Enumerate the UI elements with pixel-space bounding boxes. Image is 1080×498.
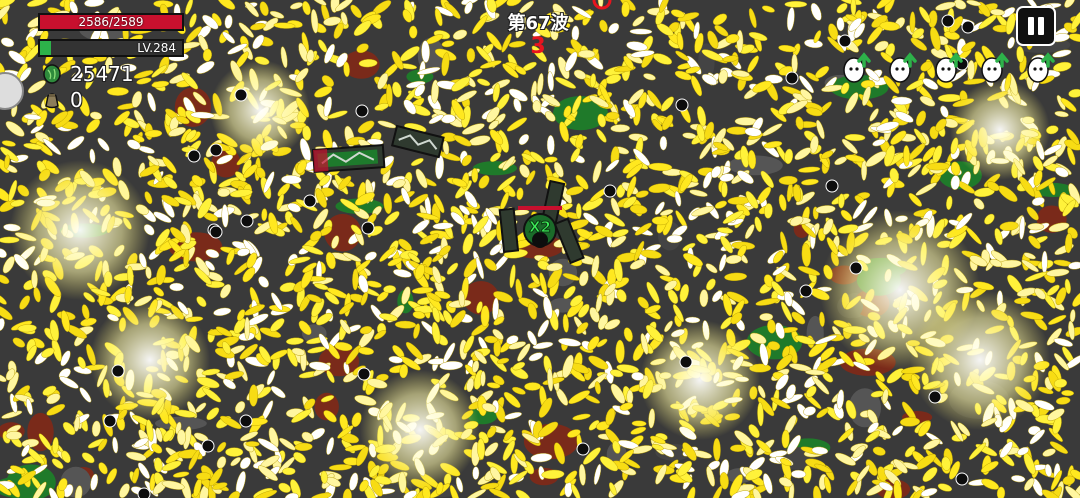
multiplier-label: X2 bbox=[529, 218, 551, 236]
projectile bbox=[466, 48, 476, 63]
projectile bbox=[472, 466, 480, 480]
egg-upgrade-arrow-icon bbox=[1024, 52, 1056, 84]
projectile bbox=[606, 111, 620, 120]
enemy bbox=[355, 104, 369, 118]
money-bag-icon bbox=[45, 93, 59, 109]
projectile bbox=[282, 467, 296, 476]
pause-button[interactable] bbox=[1016, 6, 1056, 46]
projectile bbox=[524, 382, 541, 391]
projectile bbox=[248, 384, 259, 407]
enemy bbox=[239, 414, 253, 428]
enemy bbox=[209, 143, 223, 157]
enemy bbox=[825, 179, 839, 193]
projectile bbox=[610, 124, 630, 133]
projectile bbox=[409, 25, 418, 39]
enemy bbox=[785, 71, 799, 85]
projectile bbox=[480, 305, 490, 327]
blade-weapon bbox=[311, 144, 386, 174]
enemy bbox=[675, 98, 689, 112]
projectile bbox=[784, 1, 808, 8]
enemy bbox=[303, 194, 317, 208]
projectile bbox=[659, 135, 668, 151]
projectile bbox=[890, 96, 913, 106]
projectile bbox=[578, 49, 596, 59]
projectile bbox=[225, 447, 244, 457]
explosion-glow bbox=[210, 60, 310, 160]
projectile bbox=[546, 135, 555, 156]
projectile bbox=[1041, 250, 1048, 274]
projectile bbox=[909, 11, 916, 33]
wave-countdown: 3 bbox=[530, 34, 546, 59]
enemy bbox=[234, 88, 248, 102]
xp-bar: LV.284 bbox=[38, 39, 184, 57]
explosion-glow bbox=[950, 80, 1050, 180]
wave-label: 第67波 bbox=[507, 13, 569, 34]
projectile bbox=[730, 444, 746, 452]
hp-text: 2586/2589 bbox=[78, 15, 144, 29]
enemy bbox=[137, 487, 151, 498]
bag-count: 0 bbox=[70, 88, 83, 112]
explosion-glow bbox=[90, 300, 210, 420]
egg-upgrade-arrow-icon bbox=[840, 52, 872, 84]
level-text: LV.284 bbox=[137, 41, 176, 55]
enemy bbox=[111, 364, 125, 378]
projectile bbox=[471, 168, 479, 183]
projectile bbox=[261, 208, 268, 222]
enemy bbox=[955, 472, 969, 486]
enemy bbox=[928, 390, 942, 404]
projectile bbox=[107, 87, 129, 96]
projectile bbox=[244, 316, 250, 340]
egg-upgrade-arrow-icon bbox=[932, 52, 964, 84]
enemy bbox=[361, 221, 375, 235]
projectile bbox=[850, 0, 857, 16]
projectile bbox=[575, 203, 582, 220]
enemy bbox=[187, 149, 201, 163]
projectile bbox=[1027, 223, 1045, 231]
projectile bbox=[629, 28, 653, 35]
explosion-glow bbox=[360, 370, 480, 490]
bag-counter: 0 bbox=[42, 88, 83, 112]
explosion-glow bbox=[10, 160, 150, 300]
player-hp-bar bbox=[518, 206, 562, 210]
projectile bbox=[791, 53, 798, 74]
explosion-glow bbox=[640, 320, 760, 440]
projectile bbox=[736, 29, 744, 54]
projectile bbox=[176, 429, 187, 446]
enemy bbox=[679, 355, 693, 369]
enemy bbox=[209, 225, 223, 239]
enemy bbox=[849, 261, 863, 275]
pause-icon bbox=[1038, 17, 1044, 35]
enemy bbox=[357, 367, 371, 381]
gem-counter: 25471 bbox=[42, 62, 134, 86]
gem-count: 25471 bbox=[70, 62, 134, 86]
explosion-glow bbox=[910, 290, 1050, 430]
egg-upgrade-arrow-icon bbox=[886, 52, 918, 84]
pause-icon bbox=[1028, 17, 1034, 35]
enemy bbox=[961, 20, 975, 34]
projectile bbox=[532, 100, 542, 113]
enemy bbox=[799, 284, 813, 298]
egg-upgrade-arrow-icon bbox=[978, 52, 1010, 84]
gem-icon bbox=[43, 64, 61, 84]
projectile bbox=[352, 268, 359, 291]
xp-fill bbox=[40, 41, 52, 55]
projectile bbox=[721, 181, 728, 198]
enemy bbox=[603, 184, 617, 198]
enemy bbox=[201, 439, 215, 453]
projectile bbox=[626, 389, 634, 405]
enemy bbox=[838, 34, 852, 48]
upgrade-list bbox=[840, 52, 1056, 84]
enemy bbox=[941, 14, 955, 28]
projectile bbox=[245, 441, 260, 447]
enemy bbox=[103, 414, 117, 428]
enemy bbox=[576, 442, 590, 456]
hp-bar: 2586/2589 bbox=[38, 13, 184, 31]
enemy bbox=[240, 214, 254, 228]
